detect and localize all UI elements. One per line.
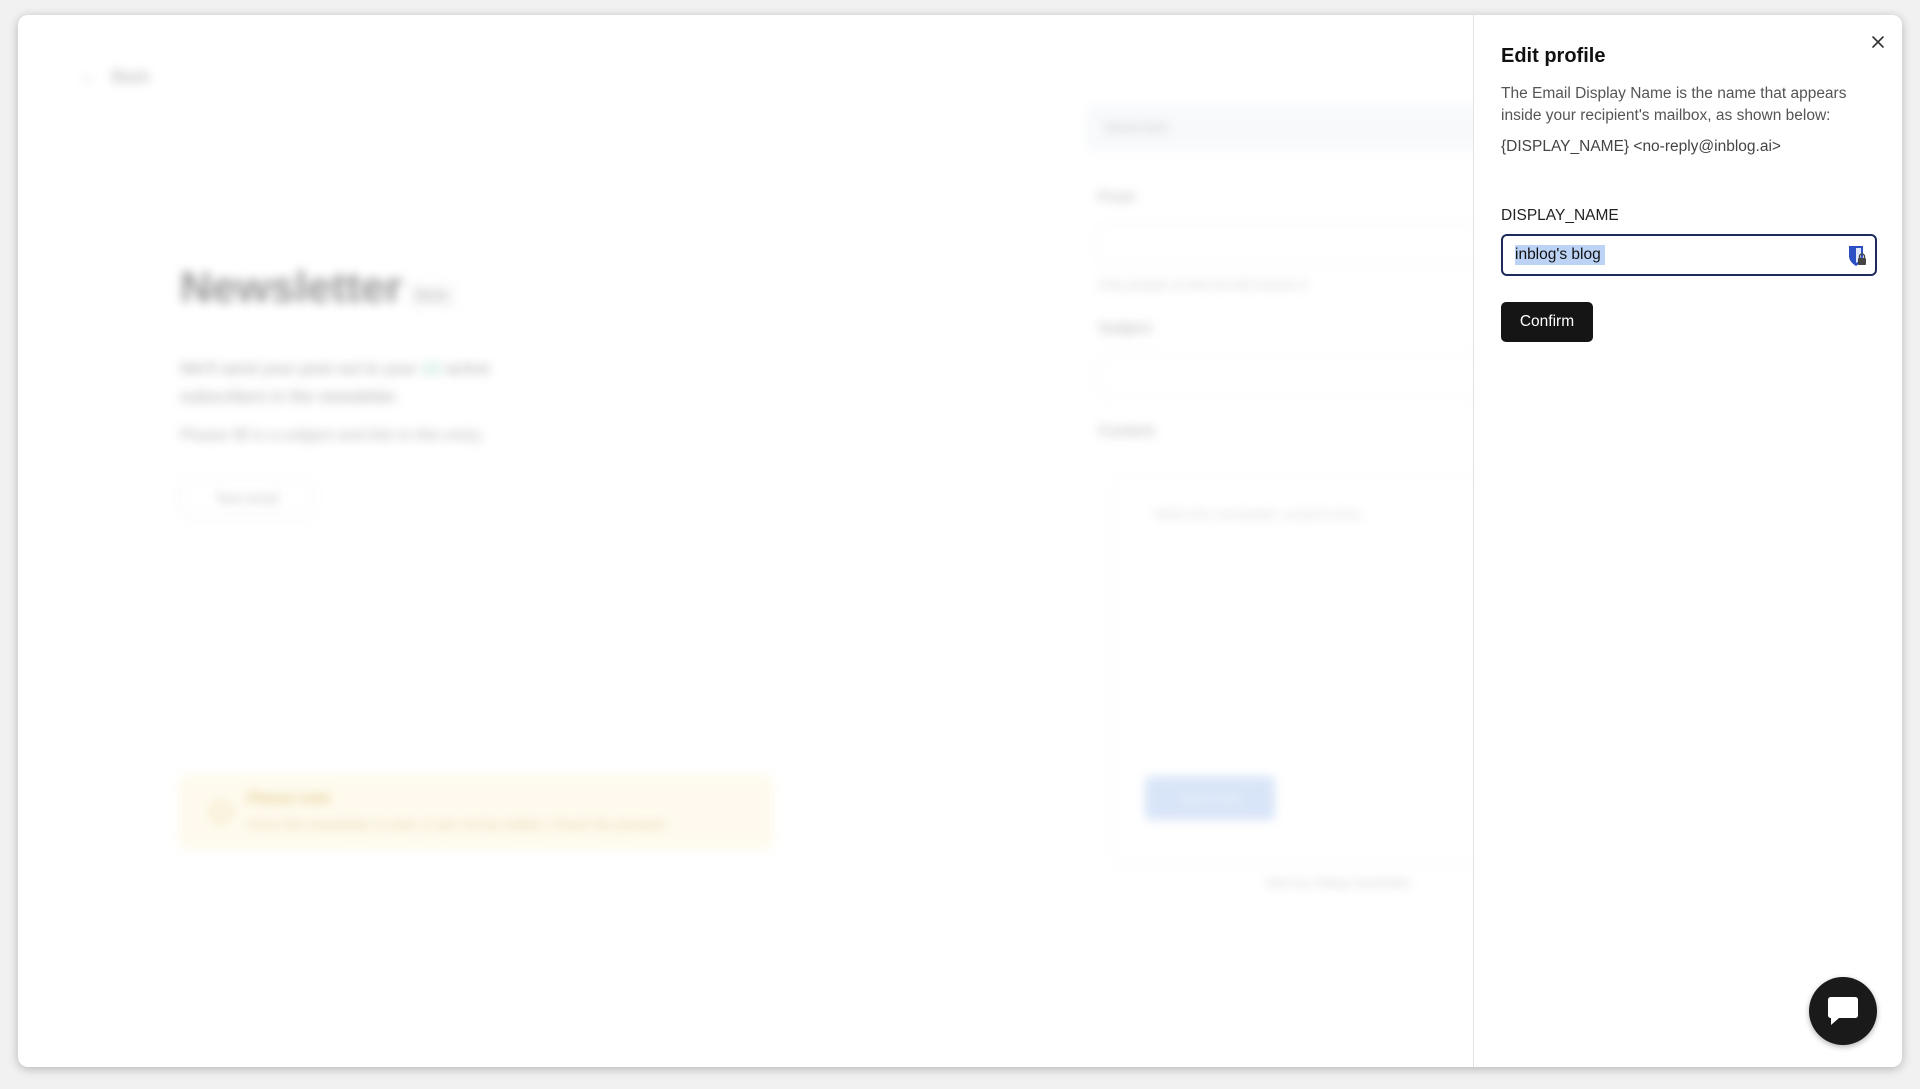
content-editor[interactable]: Write the newsletter content here. Send …: [1114, 475, 1496, 867]
subject-label: Subject: [1098, 320, 1152, 337]
send-now-button[interactable]: Send now: [1145, 776, 1275, 820]
from-hint: Only people on this list will receive it…: [1098, 277, 1310, 292]
send-test-bar[interactable]: Send test: [1086, 105, 1496, 151]
footer-note: Sent by inblog newsletter: [1266, 875, 1412, 890]
warning-body: Once the newsletter is sent, it can not …: [247, 816, 669, 832]
panel-description: The Email Display Name is the name that …: [1501, 85, 1847, 124]
panel-title: Edit profile: [1501, 45, 1606, 67]
back-link[interactable]: ← Back: [80, 67, 150, 87]
edit-profile-panel: Edit profile The Email Display Name is t…: [1473, 15, 1902, 1067]
warning-box: Please note Once the newsletter is sent,…: [180, 775, 772, 849]
arrow-left-icon: ←: [80, 67, 97, 86]
background-page: ← Back Newsletter Beta We'll send your p…: [18, 15, 1496, 1067]
subscriber-count: 12: [422, 359, 441, 378]
page-description: We'll send your post out to your 12 acti…: [180, 355, 540, 411]
chat-button[interactable]: [1809, 977, 1877, 1045]
from-input[interactable]: [1098, 225, 1480, 267]
confirm-button[interactable]: Confirm: [1501, 302, 1593, 342]
chat-icon: [1828, 997, 1858, 1025]
display-name-input[interactable]: [1515, 236, 1835, 274]
description-start: We'll send your post out to your: [180, 359, 418, 378]
password-manager-icon[interactable]: [1847, 245, 1867, 267]
display-name-field[interactable]: [1501, 234, 1877, 276]
app-window: ← Back Newsletter Beta We'll send your p…: [18, 15, 1902, 1067]
test-email-button[interactable]: Test email: [180, 480, 314, 516]
info-icon: [211, 802, 231, 822]
from-label: From: [1098, 189, 1136, 206]
content-label: Content: [1098, 423, 1155, 440]
close-icon: [1872, 36, 1884, 48]
back-label: Back: [111, 67, 150, 86]
page-hint: Please fill in a subject and link to thi…: [180, 427, 484, 444]
newsletter-form: Send test From Only people on this list …: [1086, 105, 1496, 965]
display-name-label: DISPLAY_NAME: [1501, 207, 1619, 224]
close-button[interactable]: [1863, 27, 1893, 57]
subject-input[interactable]: [1098, 355, 1480, 397]
beta-badge: Beta: [408, 283, 455, 308]
display-name-example: {DISPLAY_NAME} <no-reply@inblog.ai>: [1501, 138, 1781, 155]
editor-placeholder: Write the newsletter content here.: [1155, 506, 1365, 522]
warning-title: Please note: [247, 790, 331, 807]
page-title: Newsletter: [180, 263, 403, 312]
